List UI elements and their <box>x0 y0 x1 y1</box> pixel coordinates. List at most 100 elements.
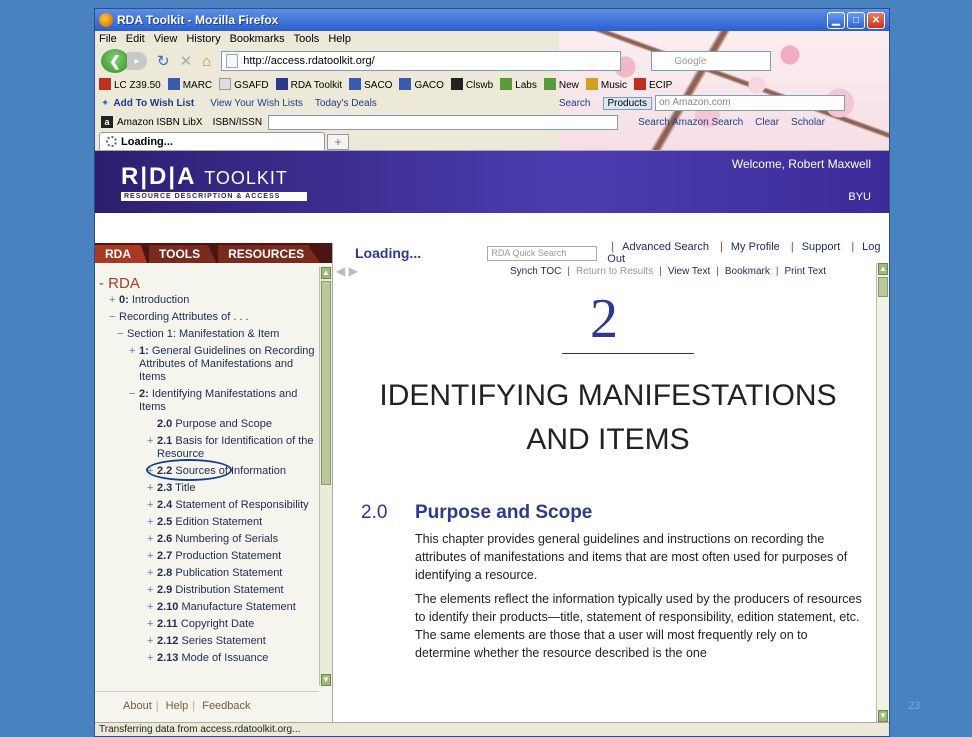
bookmark-saco[interactable]: SACO <box>349 77 392 91</box>
toc-item[interactable]: +2.7 Production Statement <box>95 550 319 563</box>
scholar-button[interactable]: Scholar <box>791 117 825 128</box>
isbn-dropdown[interactable]: ISBN/ISSN <box>213 117 262 128</box>
print-text-link[interactable]: Print Text <box>784 266 826 277</box>
toc-item[interactable]: −2: Identifying Manifestations and Items <box>95 388 319 414</box>
add-to-wishlist-button[interactable]: Add To Wish List <box>113 98 194 109</box>
url-bar[interactable]: http://access.rdatoolkit.org/ <box>221 51 622 71</box>
libx-input[interactable] <box>268 114 619 130</box>
doc-scroll-down-icon[interactable]: ▼ <box>878 710 888 722</box>
my-profile-link[interactable]: My Profile <box>731 241 780 253</box>
clear-button[interactable]: Clear <box>755 117 779 128</box>
amazon-search-button[interactable]: Search Amazon Search <box>638 117 743 128</box>
doc-scroll-up-icon[interactable]: ▲ <box>878 263 888 275</box>
prev-next-arrows-icon[interactable]: ◀ ▶ <box>336 264 504 278</box>
tab-loading[interactable]: Loading... <box>99 132 325 150</box>
toc-item[interactable]: +2.6 Numbering of Serials <box>95 533 319 546</box>
toc-item[interactable]: +1: General Guidelines on Recording Attr… <box>95 345 319 384</box>
toc-item[interactable]: +2.1 Basis for Identification of the Res… <box>95 435 319 461</box>
doc-scroll-thumb[interactable] <box>878 277 888 297</box>
reload-icon[interactable]: ↻ <box>157 52 170 70</box>
toc-item[interactable]: +2.9 Distribution Statement <box>95 584 319 597</box>
expand-icon[interactable]: + <box>147 435 153 448</box>
toc-item[interactable]: +2.3 Title <box>95 482 319 495</box>
menu-help[interactable]: Help <box>328 33 351 45</box>
toc-item[interactable]: − Recording Attributes of . . . <box>95 311 319 324</box>
scroll-down-icon[interactable]: ▼ <box>321 674 331 686</box>
home-icon[interactable]: ⌂ <box>202 53 211 70</box>
scroll-up-icon[interactable]: ▲ <box>321 267 331 279</box>
scroll-thumb[interactable] <box>321 281 331 485</box>
back-button[interactable]: ❮ <box>101 49 129 73</box>
return-to-results-link[interactable]: Return to Results <box>576 266 653 277</box>
expand-icon[interactable]: + <box>147 499 153 512</box>
bookmark-ecip[interactable]: ECIP <box>633 77 672 91</box>
expand-icon[interactable]: + <box>147 533 153 546</box>
toc-item[interactable]: +2.12 Series Statement <box>95 635 319 648</box>
expand-icon[interactable]: + <box>147 567 153 580</box>
rda-logo[interactable]: R|D|A TOOLKIT RESOURCE DESCRIPTION & ACC… <box>121 163 307 201</box>
expand-icon[interactable]: + <box>147 652 153 665</box>
expand-icon[interactable]: + <box>147 635 153 648</box>
menu-bookmarks[interactable]: Bookmarks <box>230 33 285 45</box>
expand-icon[interactable]: + <box>147 516 153 529</box>
search-engine-input[interactable]: Google <box>651 51 772 71</box>
tab-resources[interactable]: RESOURCES <box>218 245 321 263</box>
bookmark-clswb[interactable]: Clswb <box>450 77 493 91</box>
expand-icon[interactable]: + <box>109 294 115 307</box>
bookmark-new[interactable]: New <box>543 77 579 91</box>
expand-icon[interactable]: + <box>129 345 135 358</box>
bookmark-labs[interactable]: Labs <box>500 77 537 91</box>
maximize-button[interactable]: □ <box>847 11 865 29</box>
menu-file[interactable]: File <box>99 33 117 45</box>
tab-rda[interactable]: RDA <box>95 245 147 263</box>
about-link[interactable]: About <box>123 700 152 712</box>
minimize-button[interactable]: ▁ <box>827 11 845 29</box>
expand-icon[interactable]: + <box>147 482 153 495</box>
view-wishlists-link[interactable]: View Your Wish Lists <box>210 98 303 109</box>
expand-icon[interactable]: + <box>147 601 153 614</box>
synch-toc-link[interactable]: Synch TOC <box>510 266 561 277</box>
close-button[interactable]: ✕ <box>867 11 885 29</box>
toc-item[interactable]: +2.10 Manufacture Statement <box>95 601 319 614</box>
support-link[interactable]: Support <box>802 241 841 253</box>
menu-view[interactable]: View <box>154 33 178 45</box>
document-scrollbar[interactable]: ▲ ▼ <box>876 263 889 722</box>
toc-item[interactable]: +2.5 Edition Statement <box>95 516 319 529</box>
tab-tools[interactable]: TOOLS <box>149 245 217 263</box>
quick-search-input[interactable]: RDA Quick Search <box>487 245 598 261</box>
toc-item[interactable]: − Section 1: Manifestation & Item <box>95 328 319 341</box>
bookmark-gaco[interactable]: GACO <box>399 77 444 91</box>
new-tab-button[interactable]: + <box>327 134 349 150</box>
toc-item[interactable]: +0: Introduction <box>95 294 319 307</box>
view-text-link[interactable]: View Text <box>668 266 710 277</box>
toc-item[interactable]: +2.8 Publication Statement <box>95 567 319 580</box>
bookmark-marc[interactable]: MARC <box>167 77 212 91</box>
forward-button[interactable]: ▸ <box>127 52 147 70</box>
advanced-search-link[interactable]: Advanced Search <box>622 241 709 253</box>
toc-item[interactable]: +2.4 Statement of Responsibility <box>95 499 319 512</box>
menu-history[interactable]: History <box>186 33 220 45</box>
amazon-search-input[interactable]: on Amazon.com <box>654 95 845 111</box>
toc-root[interactable]: - RDA <box>99 275 319 292</box>
toc-item[interactable]: 2.0 Purpose and Scope <box>95 418 319 431</box>
feedback-link[interactable]: Feedback <box>202 700 250 712</box>
menu-edit[interactable]: Edit <box>126 33 145 45</box>
stop-icon[interactable]: ✕ <box>180 52 193 70</box>
bookmark-lc[interactable]: LC Z39.50 <box>99 77 161 91</box>
toc-item[interactable]: +2.11 Copyright Date <box>95 618 319 631</box>
toc-item[interactable]: +2.13 Mode of Issuance <box>95 652 319 665</box>
collapse-icon[interactable]: − <box>109 311 115 324</box>
toc-scrollbar[interactable]: ▲ ▼ <box>319 267 332 686</box>
expand-icon[interactable]: + <box>147 550 153 563</box>
help-link[interactable]: Help <box>166 700 189 712</box>
libx-dropdown[interactable]: Amazon ISBN LibX <box>117 117 203 128</box>
bookmark-rda-toolkit[interactable]: RDA Toolkit <box>275 77 342 91</box>
collapse-icon[interactable]: − <box>117 328 123 341</box>
bookmark-link[interactable]: Bookmark <box>725 266 770 277</box>
bookmark-music[interactable]: Music <box>585 77 627 91</box>
products-dropdown[interactable]: Products <box>602 96 652 110</box>
menu-tools[interactable]: Tools <box>294 33 320 45</box>
expand-icon[interactable]: + <box>147 618 153 631</box>
bookmark-gsafd[interactable]: GSAFD <box>219 77 269 91</box>
collapse-icon[interactable]: − <box>129 388 135 401</box>
